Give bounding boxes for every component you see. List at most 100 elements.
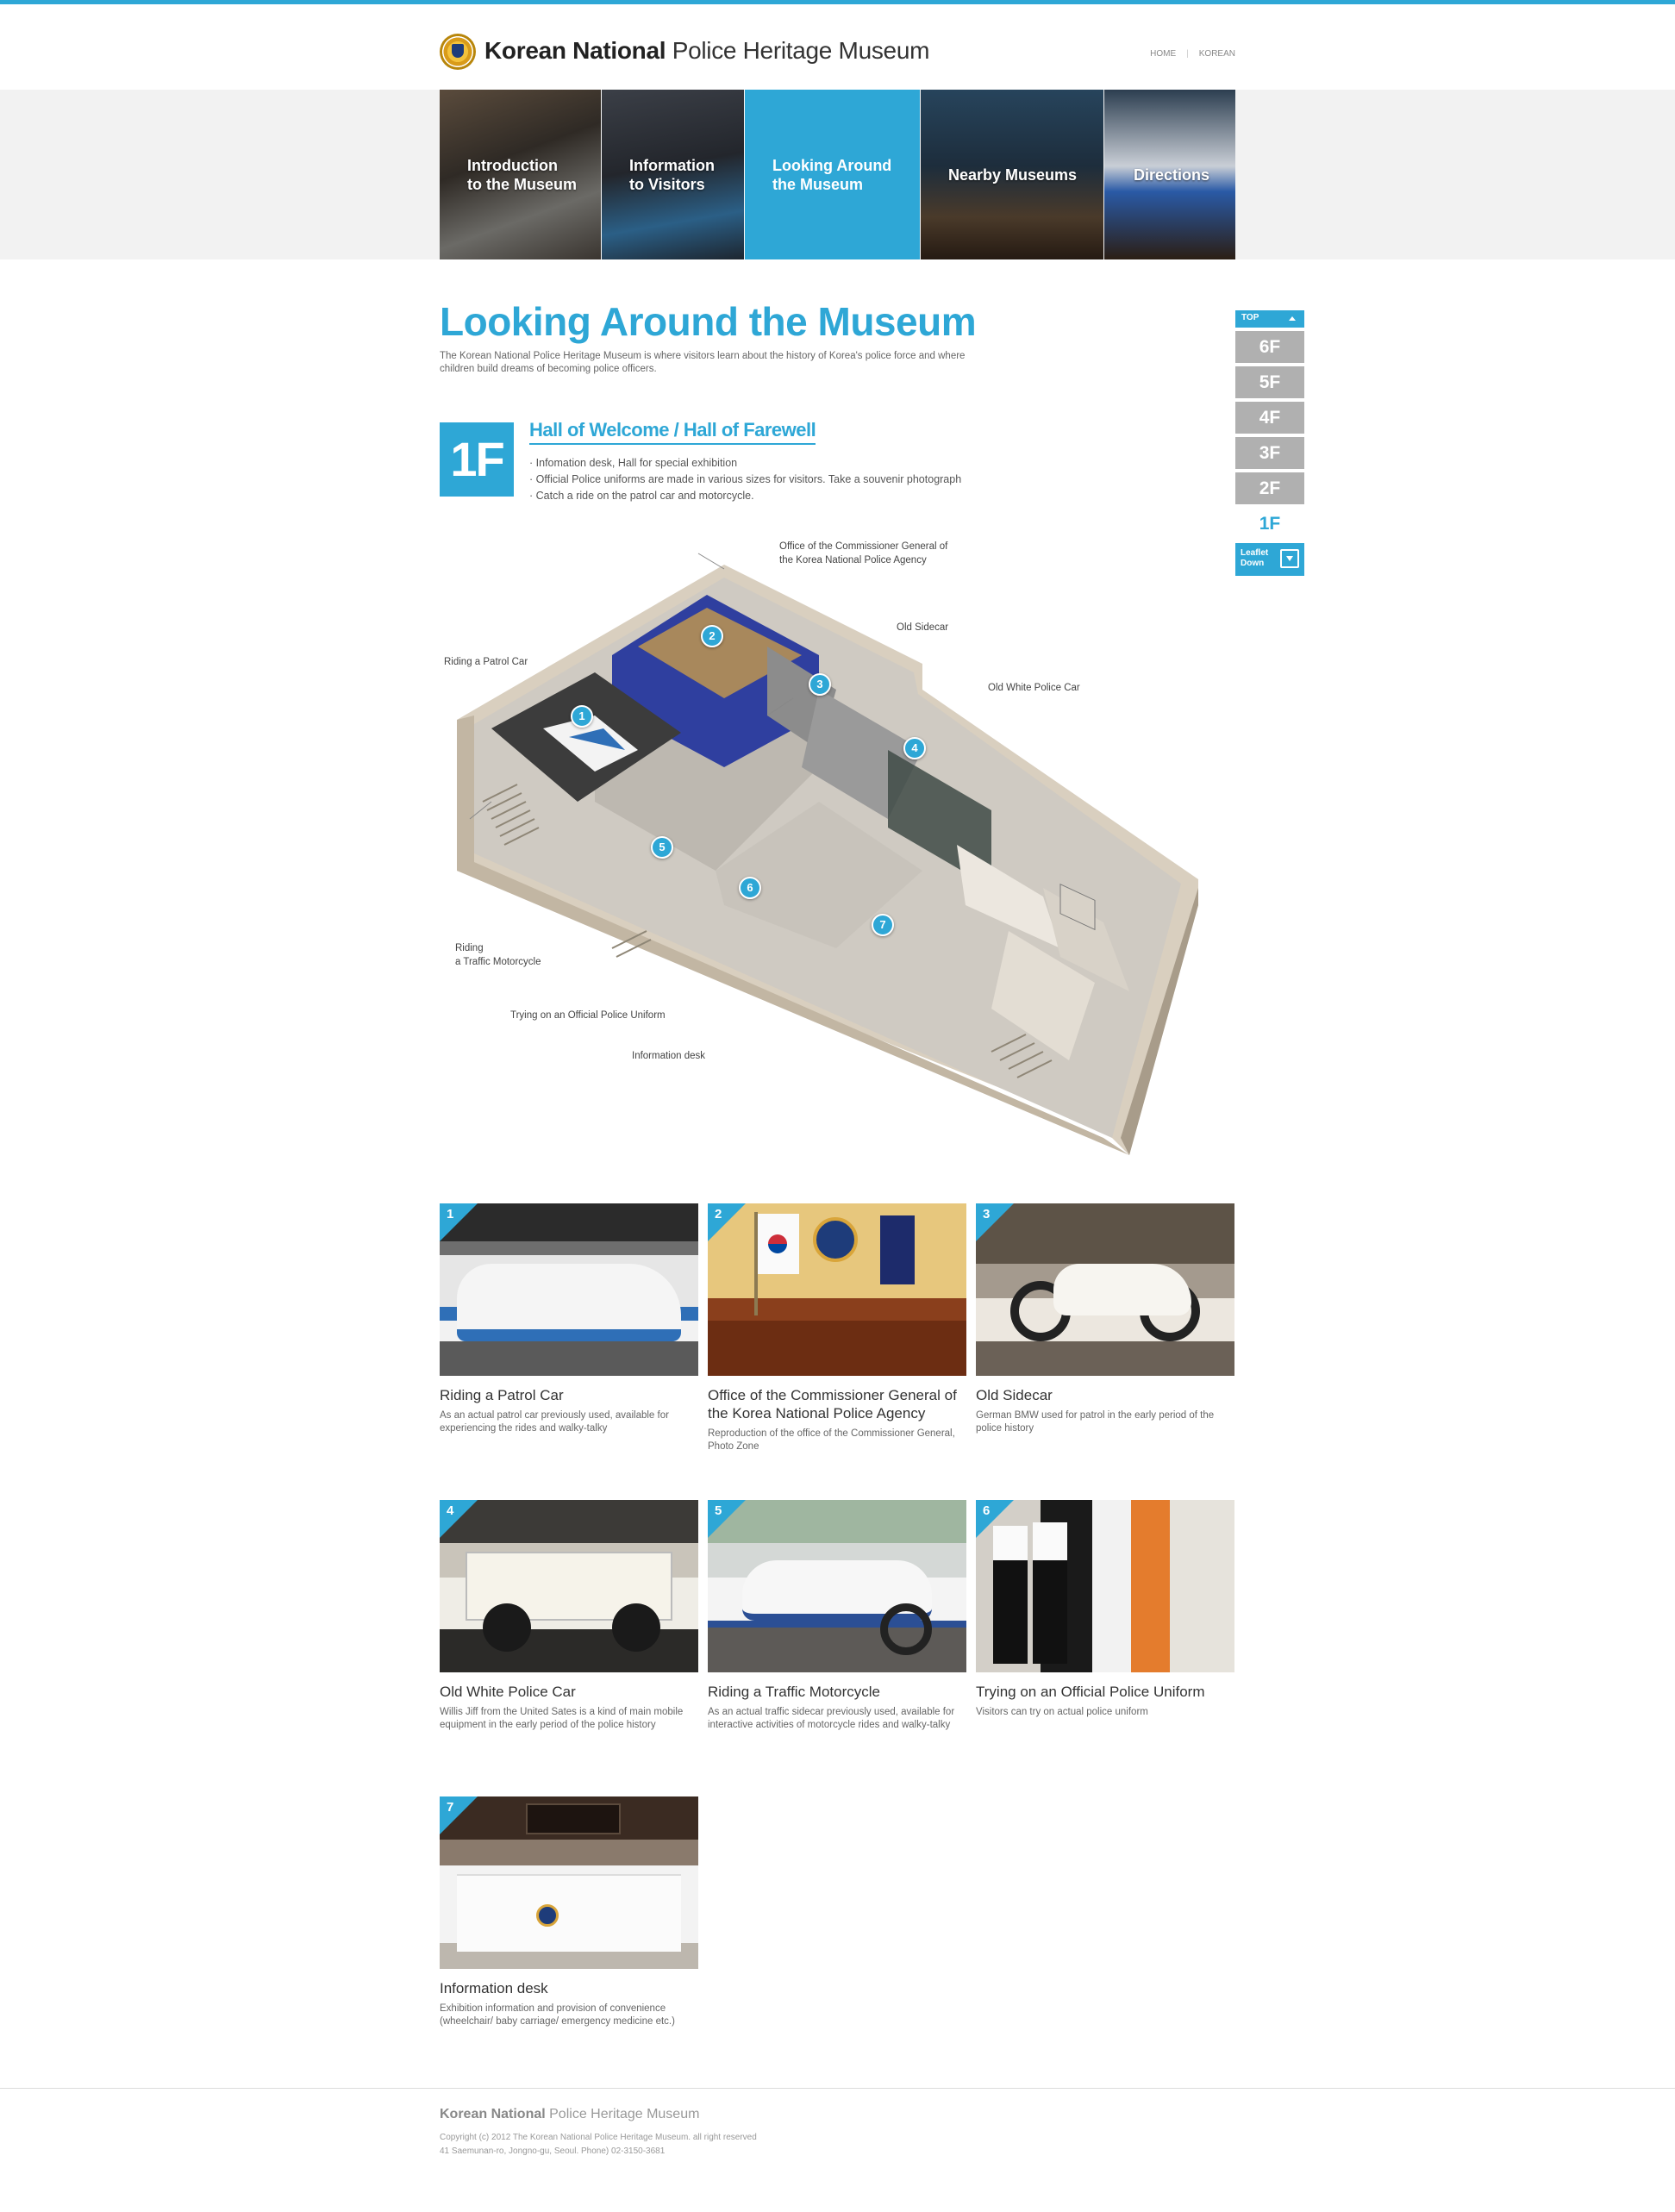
card-description: Visitors can try on actual police unifor… <box>976 1707 1148 1717</box>
footer-copyright: Copyright (c) 2012 The Korean National P… <box>440 2133 757 2156</box>
map-pin-7[interactable]: 7 <box>872 914 894 936</box>
uniform-mannequin <box>993 1526 1028 1664</box>
map-pin-1[interactable]: 1 <box>571 705 593 728</box>
exhibit-card-1[interactable]: 1 Riding a Patrol Car As an actual patro… <box>440 1203 698 1435</box>
isometric-floor-plan <box>457 553 1198 1155</box>
card-number: 6 <box>983 1503 991 1518</box>
home-link[interactable]: HOME <box>1150 49 1176 59</box>
map-pin-6[interactable]: 6 <box>739 877 761 899</box>
floor-3f[interactable]: 3F <box>1235 437 1304 469</box>
exhibit-photo: 7 <box>440 1796 698 1969</box>
map-pin-2[interactable]: 2 <box>701 625 723 647</box>
card-title: Information desk <box>440 1980 548 1996</box>
nav-information[interactable]: Information to Visitors <box>602 90 745 259</box>
footer-logo: Korean National Police Heritage Museum <box>440 2107 699 2122</box>
nav-introduction[interactable]: Introduction to the Museum <box>440 90 602 259</box>
list-item: Infomation desk, Hall for special exhibi… <box>529 455 961 472</box>
download-icon <box>1280 549 1299 568</box>
card-title: Riding a Patrol Car <box>440 1387 564 1403</box>
floor-2f[interactable]: 2F <box>1235 472 1304 504</box>
page-title: Looking Around the Museum <box>440 299 977 344</box>
floor-4f[interactable]: 4F <box>1235 402 1304 434</box>
card-title: Office of the Commissioner General of th… <box>708 1387 957 1422</box>
exhibit-card-6[interactable]: 6 Trying on an Official Police Uniform V… <box>976 1500 1234 1719</box>
exhibit-photo: 4 <box>440 1500 698 1672</box>
callout-trying-uniform: Trying on an Official Police Uniform <box>510 1010 666 1021</box>
card-number: 4 <box>447 1503 454 1518</box>
card-number: 2 <box>715 1207 722 1222</box>
page-description: The Korean National Police Heritage Muse… <box>440 351 966 374</box>
information-desk-counter <box>457 1874 681 1952</box>
logo-rest-text: Police Heritage Museum <box>666 37 930 64</box>
nav-label: Information to Visitors <box>629 156 715 193</box>
exhibit-card-5[interactable]: 5 Riding a Traffic Motorcycle As an actu… <box>708 1500 966 1732</box>
utility-links: HOME | KOREAN <box>1150 49 1235 59</box>
footer-logo-rest: Police Heritage Museum <box>545 2107 700 2121</box>
card-number: 1 <box>447 1207 454 1222</box>
floor-map: Office of the Commissioner General of th… <box>440 541 1216 1164</box>
exhibit-card-3[interactable]: 3 Old Sidecar German BMW used for patrol… <box>976 1203 1234 1435</box>
header: Korean National Police Heritage Museum H… <box>0 4 1675 91</box>
callout-commissioner-office: Office of the Commissioner General of th… <box>779 541 948 565</box>
card-number-corner <box>440 1500 478 1538</box>
floor-5f[interactable]: 5F <box>1235 366 1304 398</box>
floor-6f[interactable]: 6F <box>1235 331 1304 363</box>
nav-label: Introduction to the Museum <box>467 156 578 193</box>
card-number-corner <box>976 1500 1014 1538</box>
exhibit-card-2[interactable]: 2 Office of the Commissioner General of … <box>708 1203 966 1453</box>
korean-link[interactable]: KOREAN <box>1199 49 1235 59</box>
callout-riding-motorcycle: Riding a Traffic Motorcycle <box>455 943 541 967</box>
card-description: Willis Jiff from the United Sates is a k… <box>440 1707 684 1730</box>
wheel <box>483 1603 531 1652</box>
card-description: German BMW used for patrol in the early … <box>976 1410 1215 1434</box>
card-number-corner <box>708 1500 746 1538</box>
callout-riding-patrol-car: Riding a Patrol Car <box>444 657 528 667</box>
card-description: Exhibition information and provision of … <box>440 2003 675 2027</box>
card-number-corner <box>440 1796 478 1834</box>
map-pin-5[interactable]: 5 <box>651 836 673 859</box>
exhibit-photo: 6 <box>976 1500 1234 1672</box>
site-logo[interactable]: Korean National Police Heritage Museum <box>484 37 929 65</box>
exhibit-photo: 5 <box>708 1500 966 1672</box>
police-emblem-icon[interactable] <box>440 34 476 70</box>
utility-separator: | <box>1186 49 1189 59</box>
nav-looking-around[interactable]: Looking Around the Museum <box>745 90 921 259</box>
callout-information-desk: Information desk <box>632 1051 706 1061</box>
police-emblem-icon <box>536 1904 559 1927</box>
exhibit-card-7[interactable]: 7 Information desk Exhibition informatio… <box>440 1796 698 2028</box>
footer-divider <box>0 2088 1675 2089</box>
logo-bold-text: Korean National <box>484 37 666 64</box>
floor-navigation: TOP 6F 5F 4F 3F 2F 1F Leaflet Down <box>1235 310 1304 576</box>
police-flag <box>880 1215 915 1284</box>
card-number-corner <box>440 1203 478 1241</box>
leaflet-download-button[interactable]: Leaflet Down <box>1235 543 1304 576</box>
map-pin-3[interactable]: 3 <box>809 673 831 696</box>
callout-old-white-police-car: Old White Police Car <box>988 683 1080 693</box>
wheel <box>880 1603 932 1655</box>
police-emblem-icon <box>813 1217 858 1262</box>
callout-old-sidecar: Old Sidecar <box>897 622 949 633</box>
card-title: Riding a Traffic Motorcycle <box>708 1684 880 1700</box>
main-navigation-band: Introduction to the Museum Information t… <box>0 90 1675 259</box>
floor-feature-list: Infomation desk, Hall for special exhibi… <box>529 455 962 504</box>
exhibit-photo: 2 <box>708 1203 966 1376</box>
top-button[interactable]: TOP <box>1235 310 1304 328</box>
list-item: Catch a ride on the patrol car and motor… <box>529 488 961 504</box>
uniform-mannequin <box>1033 1522 1067 1664</box>
floor-title: Hall of Welcome / Hall of Farewell <box>529 419 816 445</box>
led-sign <box>526 1803 621 1834</box>
nav-directions[interactable]: Directions <box>1104 90 1235 259</box>
exhibit-photo: 1 <box>440 1203 698 1376</box>
nav-label: Nearby Museums <box>948 166 1078 184</box>
nav-label: Looking Around the Museum <box>772 156 892 193</box>
exhibit-photo: 3 <box>976 1203 1234 1376</box>
map-pin-4[interactable]: 4 <box>903 737 926 759</box>
floor-1f[interactable]: 1F <box>1235 508 1304 540</box>
nav-nearby-museums[interactable]: Nearby Museums <box>921 90 1104 259</box>
list-item: Official Police uniforms are made in var… <box>529 472 962 488</box>
footer-logo-bold: Korean National <box>440 2107 546 2121</box>
exhibit-card-4[interactable]: 4 Old White Police Car Willis Jiff from … <box>440 1500 698 1732</box>
floor-badge: 1F <box>440 422 514 497</box>
card-description: As an actual traffic sidecar previously … <box>708 1707 955 1730</box>
nav-label: Directions <box>1134 166 1210 184</box>
